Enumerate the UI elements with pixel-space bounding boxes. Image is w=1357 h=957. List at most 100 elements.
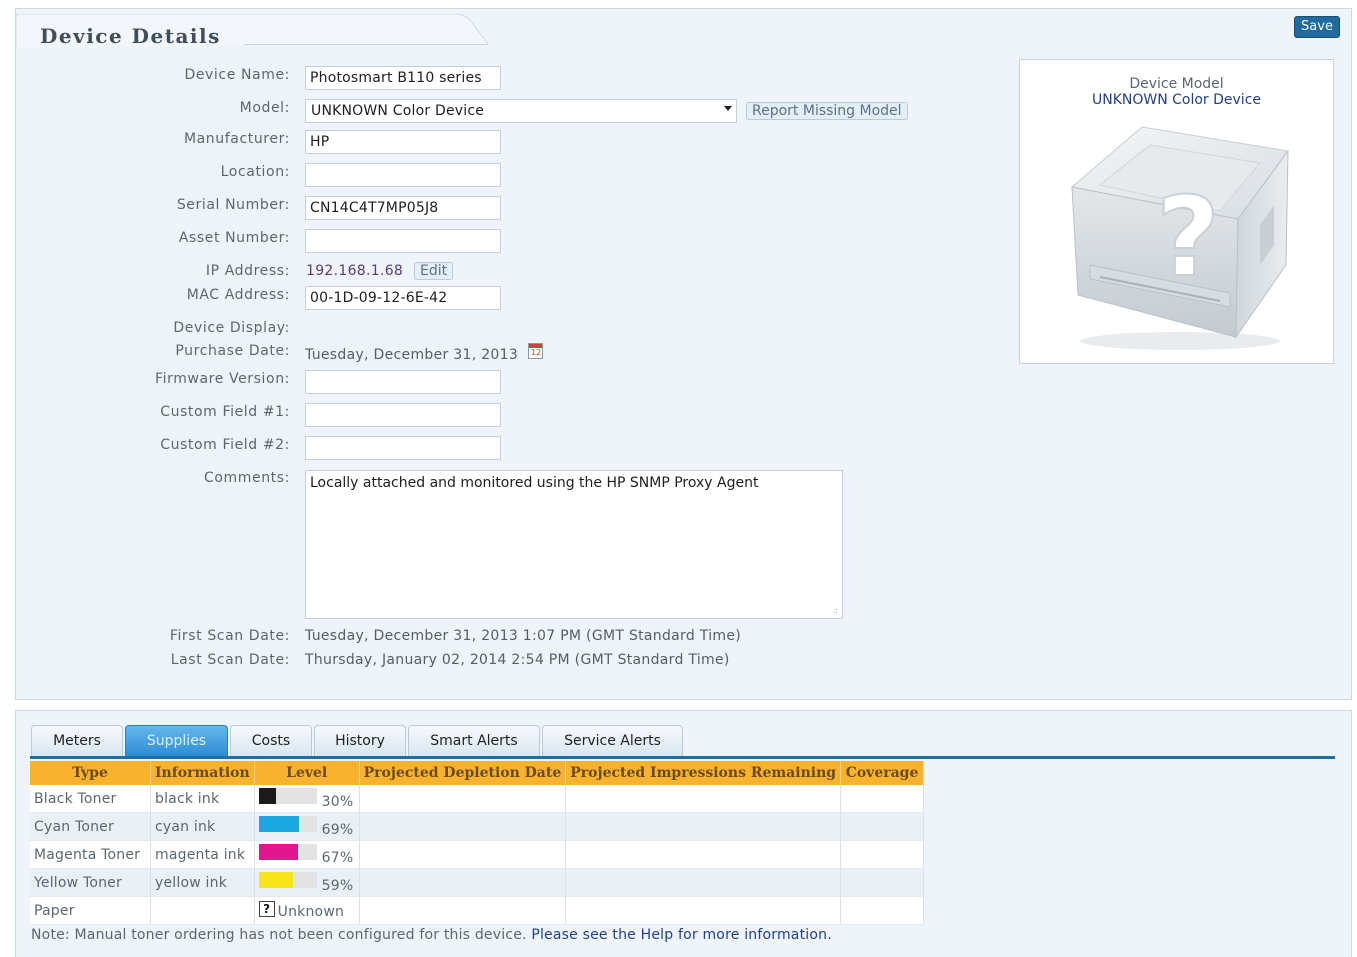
edit-ip-button[interactable]: Edit xyxy=(414,262,454,280)
level-percent: 67% xyxy=(321,849,354,866)
firmware-version-label: Firmware Version: xyxy=(154,371,290,387)
mac-address-field[interactable]: 00-1D-09-12-6E-42 xyxy=(305,286,501,310)
purchase-date-label: Purchase Date: xyxy=(175,343,290,359)
model-select[interactable]: UNKNOWN Color Device xyxy=(305,99,737,123)
coverage xyxy=(840,785,925,813)
column-header-type[interactable]: Type xyxy=(30,761,151,785)
supply-type: Magenta Toner xyxy=(30,840,151,869)
device-name-field[interactable]: Photosmart B110 series xyxy=(305,66,501,90)
calendar-icon[interactable]: 12 xyxy=(528,343,543,359)
supply-type: Yellow Toner xyxy=(30,868,151,897)
custom-field-2-label: Custom Field #2: xyxy=(160,437,290,453)
column-header-coverage[interactable]: Coverage xyxy=(840,761,925,785)
level-bar-fill xyxy=(258,843,298,860)
level-bar xyxy=(258,787,317,804)
device-name-label: Device Name: xyxy=(184,67,290,83)
device-model-name: UNKNOWN Color Device xyxy=(1091,92,1262,108)
tab-smart-alerts[interactable]: Smart Alerts xyxy=(408,725,540,757)
asset-number-field[interactable] xyxy=(305,229,501,253)
level-bar xyxy=(258,843,317,860)
mac-address-label: MAC Address: xyxy=(186,287,290,303)
supply-level: ? Unknown xyxy=(254,896,360,925)
first-scan-date-value: Tuesday, December 31, 2013 1:07 PM (GMT … xyxy=(305,628,742,644)
supply-information: cyan ink xyxy=(150,812,255,841)
tab-meters[interactable]: Meters xyxy=(31,725,123,757)
supply-type: Paper xyxy=(30,896,151,925)
column-header-information[interactable]: Information xyxy=(150,761,255,785)
level-percent: 59% xyxy=(321,877,354,894)
ip-address-label: IP Address: xyxy=(205,263,290,279)
supply-information xyxy=(150,896,255,925)
column-header-level[interactable]: Level xyxy=(254,761,360,785)
coverage xyxy=(840,868,925,897)
question-icon: ? xyxy=(258,900,275,917)
comments-textarea[interactable]: Locally attached and monitored using the… xyxy=(305,470,843,619)
coverage xyxy=(840,896,925,925)
tab-costs[interactable]: Costs xyxy=(230,725,312,757)
ip-address-value: 192.168.1.68 xyxy=(306,263,404,279)
firmware-version-field[interactable] xyxy=(305,370,501,394)
last-scan-date-label: Last Scan Date: xyxy=(170,652,290,668)
level-bar-fill xyxy=(258,871,293,888)
column-header-projected-depletion-date[interactable]: Projected Depletion Date xyxy=(359,761,567,785)
tab-divider xyxy=(30,756,1335,759)
resize-grip-icon[interactable]: .: xyxy=(833,606,838,615)
comments-label: Comments: xyxy=(203,470,290,486)
coverage xyxy=(840,812,925,841)
page-title: Device Details xyxy=(40,24,221,48)
level-bar-fill xyxy=(258,787,277,804)
device-model-card: Device Model UNKNOWN Color Device ? xyxy=(1019,59,1334,364)
toner-ordering-note: Note: Manual toner ordering has not been… xyxy=(31,927,832,943)
supply-type: Black Toner xyxy=(30,785,151,813)
last-scan-date-value: Thursday, January 02, 2014 2:54 PM (GMT … xyxy=(305,652,730,668)
note-text: Note: Manual toner ordering has not been… xyxy=(31,927,527,943)
serial-number-label: Serial Number: xyxy=(176,197,290,213)
level-bar xyxy=(258,815,317,832)
unknown-printer-image: ? xyxy=(1070,126,1289,350)
table-row: Yellow Toner yellow ink 59% xyxy=(30,868,925,897)
custom-field-1-input[interactable] xyxy=(305,403,501,427)
table-row: Paper ? Unknown xyxy=(30,896,925,925)
serial-number-field[interactable]: CN14C4T7MP05J8 xyxy=(305,196,501,220)
supply-level: 67% xyxy=(254,840,360,869)
supply-information: magenta ink xyxy=(150,840,255,869)
projected-depletion-date xyxy=(359,840,567,869)
projected-depletion-date xyxy=(359,896,567,925)
table-row: Magenta Toner magenta ink 67% xyxy=(30,840,925,869)
report-missing-model-button[interactable]: Report Missing Model xyxy=(746,102,908,120)
table-row: Cyan Toner cyan ink 69% xyxy=(30,812,925,841)
supply-level: 59% xyxy=(254,868,360,897)
model-label: Model: xyxy=(239,100,290,116)
help-link[interactable]: Please see the Help for more information… xyxy=(531,927,832,943)
projected-impressions-remaining xyxy=(565,868,842,897)
table-header-row: Type Information Level Projected Depleti… xyxy=(30,761,925,785)
model-select-value: UNKNOWN Color Device xyxy=(311,103,485,119)
tab-service-alerts[interactable]: Service Alerts xyxy=(542,725,683,757)
supply-level: 30% xyxy=(254,785,360,813)
level-unknown: Unknown xyxy=(277,903,345,920)
level-bar xyxy=(258,871,317,888)
table-row: Black Toner black ink 30% xyxy=(30,785,925,813)
purchase-date-value: Tuesday, December 31, 2013 xyxy=(305,347,519,363)
column-header-projected-impressions-remaining[interactable]: Projected Impressions Remaining xyxy=(565,761,842,785)
device-model-label: Device Model xyxy=(1129,76,1224,92)
location-field[interactable] xyxy=(305,163,501,187)
level-percent: 69% xyxy=(321,821,354,838)
supply-level: 69% xyxy=(254,812,360,841)
projected-depletion-date xyxy=(359,785,567,813)
custom-field-2-input[interactable] xyxy=(305,436,501,460)
projected-depletion-date xyxy=(359,868,567,897)
manufacturer-field[interactable]: HP xyxy=(305,130,501,154)
projected-impressions-remaining xyxy=(565,812,842,841)
supply-type: Cyan Toner xyxy=(30,812,151,841)
calendar-icon-day: 12 xyxy=(531,348,542,357)
tab-supplies[interactable]: Supplies xyxy=(125,725,228,757)
projected-impressions-remaining xyxy=(565,840,842,869)
level-bar-fill xyxy=(258,815,299,832)
device-display-label: Device Display: xyxy=(173,320,290,336)
first-scan-date-label: First Scan Date: xyxy=(169,628,290,644)
coverage xyxy=(840,840,925,869)
save-button[interactable]: Save xyxy=(1294,16,1340,38)
supply-information: yellow ink xyxy=(150,868,255,897)
tab-history[interactable]: History xyxy=(314,725,406,757)
